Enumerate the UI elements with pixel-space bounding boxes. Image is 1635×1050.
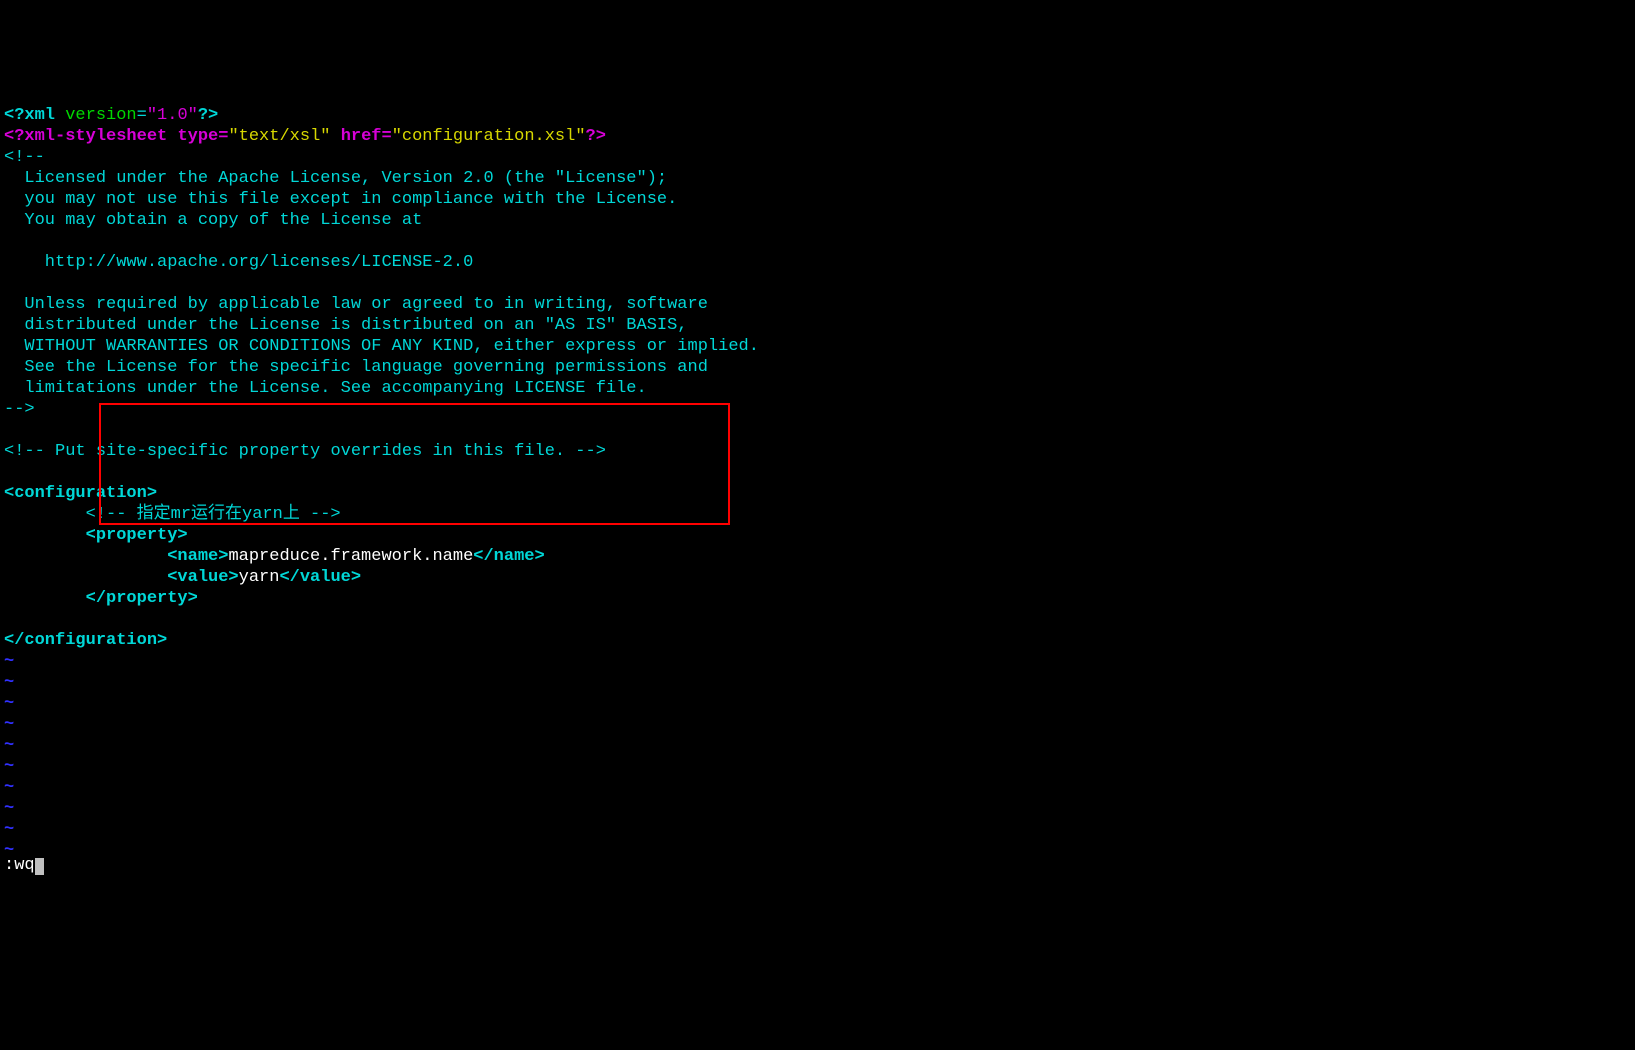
license-line-9: limitations under the License. See accom… xyxy=(4,379,647,398)
eq-type: = xyxy=(218,127,228,146)
license-line-4: http://www.apache.org/licenses/LICENSE-2… xyxy=(4,253,473,272)
tilde-line: ~ xyxy=(4,757,14,776)
attr-version: version xyxy=(55,106,137,125)
comment-open: <!-- xyxy=(4,148,45,167)
attr-type: type xyxy=(177,127,218,146)
tilde-line: ~ xyxy=(4,820,14,839)
property-close: </property> xyxy=(4,589,198,608)
comment-close: --> xyxy=(4,400,35,419)
license-line-6: distributed under the License is distrib… xyxy=(4,316,688,335)
tilde-line: ~ xyxy=(4,673,14,692)
stylesheet-close: ?> xyxy=(586,127,606,146)
name-text: mapreduce.framework.name xyxy=(228,547,473,566)
configuration-close: </configuration> xyxy=(4,631,167,650)
type-value: "text/xsl" xyxy=(228,127,330,146)
license-line-8: See the License for the specific languag… xyxy=(4,358,708,377)
tilde-line: ~ xyxy=(4,778,14,797)
attr-href: href xyxy=(341,127,382,146)
license-line-5: Unless required by applicable law or agr… xyxy=(4,295,708,314)
xml-decl-open: <?xml xyxy=(4,106,55,125)
vim-command-line[interactable]: :wq xyxy=(4,855,44,876)
license-line-2: you may not use this file except in comp… xyxy=(4,190,677,209)
href-value: "configuration.xsl" xyxy=(392,127,586,146)
license-line-3: You may obtain a copy of the License at xyxy=(4,211,422,230)
value-text: yarn xyxy=(239,568,280,587)
xml-decl-close: ?> xyxy=(198,106,218,125)
yarn-comment: <!-- 指定mr运行在yarn上 --> xyxy=(4,505,341,524)
configuration-open: <configuration> xyxy=(4,484,157,503)
eq-href: = xyxy=(382,127,392,146)
version-value: "1.0" xyxy=(147,106,198,125)
value-close: </value> xyxy=(279,568,361,587)
vim-editor[interactable]: <?xml version="1.0"?> <?xml-stylesheet t… xyxy=(0,84,1635,861)
license-line-1: Licensed under the Apache License, Versi… xyxy=(4,169,667,188)
name-open: <name> xyxy=(4,547,228,566)
value-open: <value> xyxy=(4,568,239,587)
name-close: </name> xyxy=(473,547,544,566)
tilde-line: ~ xyxy=(4,715,14,734)
eq: = xyxy=(137,106,147,125)
stylesheet-open: <?xml-stylesheet xyxy=(4,127,167,146)
tilde-line: ~ xyxy=(4,736,14,755)
tilde-line: ~ xyxy=(4,652,14,671)
cursor-icon xyxy=(35,858,44,875)
property-open: <property> xyxy=(4,526,188,545)
tilde-line: ~ xyxy=(4,799,14,818)
license-line-7: WITHOUT WARRANTIES OR CONDITIONS OF ANY … xyxy=(4,337,759,356)
tilde-line: ~ xyxy=(4,694,14,713)
site-comment: <!-- Put site-specific property override… xyxy=(4,442,606,461)
